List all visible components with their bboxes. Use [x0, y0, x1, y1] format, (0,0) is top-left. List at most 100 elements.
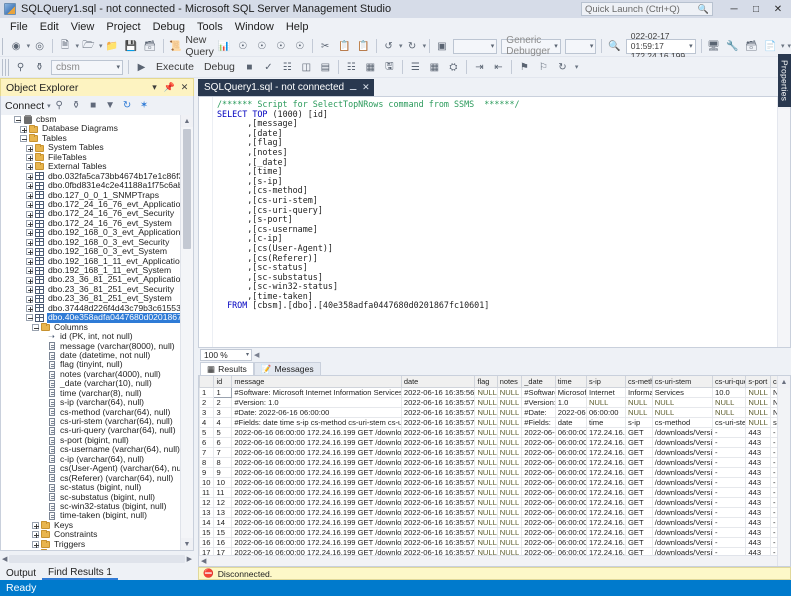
- table-cell[interactable]: GET: [625, 527, 652, 537]
- table-cell[interactable]: NULL: [475, 397, 497, 407]
- table-row[interactable]: 33#Date: 2022-06-16 06:00:002022-06-16 1…: [200, 407, 790, 417]
- table-cell[interactable]: NULL: [625, 407, 652, 417]
- table-cell[interactable]: 2022-06-16 06:00:00 172.24.16.199 GET /d…: [232, 517, 402, 527]
- table-cell[interactable]: NULL: [497, 447, 522, 457]
- table-cell[interactable]: 443: [746, 477, 771, 487]
- table-cell[interactable]: NULL: [712, 397, 745, 407]
- table-cell[interactable]: GET: [625, 477, 652, 487]
- results-to-file-icon[interactable]: 🖫: [381, 59, 398, 76]
- expand-icon[interactable]: [25, 200, 34, 209]
- table-cell[interactable]: 06:00:00: [555, 477, 586, 487]
- table-cell[interactable]: 172.24.16.199: [586, 437, 625, 447]
- row-number-cell[interactable]: 8: [200, 457, 214, 467]
- expand-icon[interactable]: [19, 125, 28, 134]
- redo-icon[interactable]: ↻: [404, 38, 421, 55]
- table-cell[interactable]: /downloads/Versions.xml: [652, 527, 712, 537]
- new-dax-query-icon[interactable]: ☉: [291, 38, 308, 55]
- table-cell[interactable]: 06:00:00: [555, 437, 586, 447]
- table-cell[interactable]: NULL: [475, 527, 497, 537]
- table-cell[interactable]: 4: [214, 417, 232, 427]
- scrollbar-thumb[interactable]: [183, 129, 191, 249]
- table-cell[interactable]: -: [712, 487, 745, 497]
- chevron-down-icon[interactable]: ▾: [423, 42, 427, 50]
- save-all-icon[interactable]: 🗃: [142, 38, 159, 55]
- table-row[interactable]: 992022-06-16 06:00:00 172.24.16.199 GET …: [200, 467, 790, 477]
- tab-results[interactable]: ▦ Results: [200, 362, 254, 375]
- tree-node[interactable]: dbo.40e358adfa0447680d0201867fc10601: [1, 313, 180, 322]
- table-cell[interactable]: GET: [625, 467, 652, 477]
- table-cell[interactable]: GET: [625, 457, 652, 467]
- table-cell[interactable]: 12: [214, 497, 232, 507]
- table-row[interactable]: 772022-06-16 06:00:00 172.24.16.199 GET …: [200, 447, 790, 457]
- table-cell[interactable]: 172.24.16.199: [586, 467, 625, 477]
- table-cell[interactable]: #Date:: [522, 407, 555, 417]
- table-cell[interactable]: s-ip: [625, 417, 652, 427]
- table-cell[interactable]: 172.24.16.199: [586, 457, 625, 467]
- column-header[interactable]: cs-method: [625, 376, 652, 387]
- table-cell[interactable]: 1: [214, 387, 232, 397]
- scroll-left-icon[interactable]: ◀: [254, 351, 259, 359]
- expand-icon[interactable]: [31, 549, 40, 550]
- table-cell[interactable]: 06:00:00: [555, 517, 586, 527]
- new-mdx-query-icon[interactable]: ☉: [253, 38, 270, 55]
- table-row[interactable]: 11112022-06-16 06:00:00 172.24.16.199 GE…: [200, 487, 790, 497]
- collapse-icon[interactable]: [19, 134, 28, 143]
- close-icon[interactable]: ✕: [362, 82, 370, 93]
- row-number-cell[interactable]: 7: [200, 447, 214, 457]
- chevron-down-icon[interactable]: ▾: [47, 102, 51, 110]
- table-cell[interactable]: -: [712, 467, 745, 477]
- table-cell[interactable]: NULL: [625, 397, 652, 407]
- table-cell[interactable]: 2022-06-16 06:00:00 172.24.16.199 GET /d…: [232, 497, 402, 507]
- column-header[interactable]: flag: [475, 376, 497, 387]
- cut-icon[interactable]: ✂: [317, 38, 334, 55]
- toolbar-overflow-icon[interactable]: ▾: [788, 42, 791, 50]
- tree-node[interactable]: Indexes: [1, 549, 180, 550]
- chevron-down-icon[interactable]: ▾: [586, 42, 594, 50]
- menu-debug[interactable]: Debug: [147, 20, 191, 34]
- expand-icon[interactable]: [31, 521, 40, 530]
- table-cell[interactable]: NULL: [746, 387, 771, 397]
- table-cell[interactable]: -: [712, 537, 745, 547]
- table-cell[interactable]: GET: [625, 427, 652, 437]
- collapse-icon[interactable]: [31, 323, 40, 332]
- table-cell[interactable]: 443: [746, 437, 771, 447]
- table-cell[interactable]: GET: [625, 497, 652, 507]
- table-cell[interactable]: 2022-06-16 06:00:00 172.24.16.199 GET /d…: [232, 457, 402, 467]
- row-number-cell[interactable]: 11: [200, 487, 214, 497]
- table-cell[interactable]: 06:00:00: [586, 407, 625, 417]
- table-cell[interactable]: 2022-06-16 16:35:57.953: [401, 517, 475, 527]
- paste-icon[interactable]: 📋: [355, 38, 372, 55]
- expand-icon[interactable]: [25, 210, 34, 219]
- table-cell[interactable]: NULL: [475, 537, 497, 547]
- expand-icon[interactable]: [25, 228, 34, 237]
- table-cell[interactable]: Information: [625, 387, 652, 397]
- table-cell[interactable]: NULL: [497, 407, 522, 417]
- tab-messages[interactable]: 📝 Messages: [254, 362, 321, 375]
- expand-icon[interactable]: [25, 238, 34, 247]
- table-cell[interactable]: NULL: [475, 407, 497, 417]
- table-cell[interactable]: 2022-06-16: [522, 507, 555, 517]
- table-row[interactable]: 22#Version: 1.02022-06-16 16:35:57.947NU…: [200, 397, 790, 407]
- debug-button[interactable]: Debug: [200, 59, 239, 76]
- table-cell[interactable]: 2022-06-16 16:35:57.950: [401, 437, 475, 447]
- close-icon[interactable]: ✕: [767, 1, 789, 18]
- scroll-up-icon[interactable]: ▲: [181, 115, 193, 127]
- row-number-cell[interactable]: 14: [200, 517, 214, 527]
- table-cell[interactable]: 13: [214, 507, 232, 517]
- table-cell[interactable]: NULL: [497, 397, 522, 407]
- table-cell[interactable]: /downloads/Versions.xml: [652, 457, 712, 467]
- new-xmla-query-icon[interactable]: ☉: [234, 38, 251, 55]
- row-number-cell[interactable]: 10: [200, 477, 214, 487]
- table-cell[interactable]: Internet: [586, 387, 625, 397]
- table-cell[interactable]: NULL: [652, 397, 712, 407]
- connect-object-explorer-icon[interactable]: ⚲: [12, 59, 29, 76]
- table-cell[interactable]: NULL: [475, 517, 497, 527]
- quick-launch-input[interactable]: Quick Launch (Ctrl+Q) 🔍: [581, 2, 713, 16]
- table-cell[interactable]: 2022-06-16 06:00:00 172.24.16.199 GET /d…: [232, 437, 402, 447]
- table-cell[interactable]: #Fields: date time s-ip cs-method cs-uri…: [232, 417, 402, 427]
- table-cell[interactable]: 2022-06-16 06:00:00 172.24.16.199 GET /d…: [232, 477, 402, 487]
- expand-icon[interactable]: [31, 530, 40, 539]
- table-cell[interactable]: /downloads/Versions.xml: [652, 487, 712, 497]
- table-cell[interactable]: NULL: [497, 457, 522, 467]
- table-row[interactable]: 13132022-06-16 06:00:00 172.24.16.199 GE…: [200, 507, 790, 517]
